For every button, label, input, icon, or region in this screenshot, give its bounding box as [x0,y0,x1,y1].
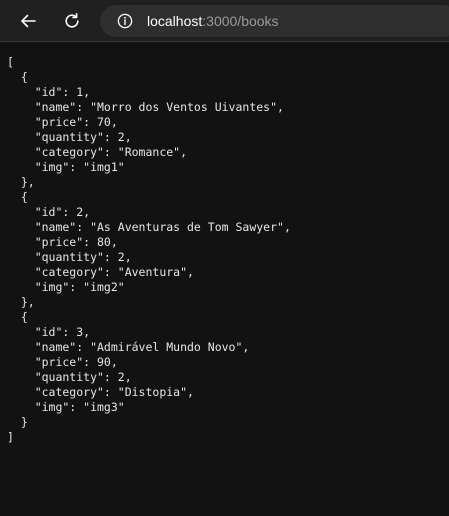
json-line: "quantity": 2, [7,250,132,264]
json-line: "name": "As Aventuras de Tom Sawyer", [7,220,291,234]
json-line: "id": 3, [7,325,91,339]
json-line: "quantity": 2, [7,370,132,384]
browser-toolbar: localhost:3000/books [0,0,449,42]
url-text[interactable]: localhost:3000/books [147,13,279,29]
json-line: "name": "Admirável Mundo Novo", [7,340,250,354]
json-line: "price": 70, [7,115,118,129]
info-circle-icon[interactable] [117,13,133,29]
json-line: "img": "img2" [7,280,125,294]
json-viewer: [ { "id": 1, "name": "Morro dos Ventos U… [7,55,445,445]
json-line: ] [7,430,14,444]
json-line: "img": "img1" [7,160,125,174]
json-line: }, [7,295,35,309]
json-line: "category": "Distopia", [7,385,194,399]
url-path: :3000/books [202,13,279,29]
json-line: "img": "img3" [7,400,125,414]
reload-icon [65,13,79,28]
json-line: "quantity": 2, [7,130,132,144]
json-line: "id": 1, [7,85,91,99]
json-line: "price": 80, [7,235,118,249]
json-line: "category": "Romance", [7,145,188,159]
json-line: { [7,190,28,204]
json-line: { [7,310,28,324]
json-line: "price": 90, [7,355,118,369]
json-line: }, [7,175,35,189]
json-line: } [7,415,28,429]
reload-button[interactable] [56,5,88,37]
json-line: [ [7,55,14,69]
back-button[interactable] [12,5,44,37]
json-line: "id": 2, [7,205,91,219]
json-line: "category": "Aventura", [7,265,194,279]
json-line: "name": "Morro dos Ventos Uivantes", [7,100,284,114]
json-line: { [7,70,28,84]
address-bar[interactable]: localhost:3000/books [100,5,449,37]
arrow-left-icon [21,14,36,28]
url-host: localhost [147,13,203,29]
